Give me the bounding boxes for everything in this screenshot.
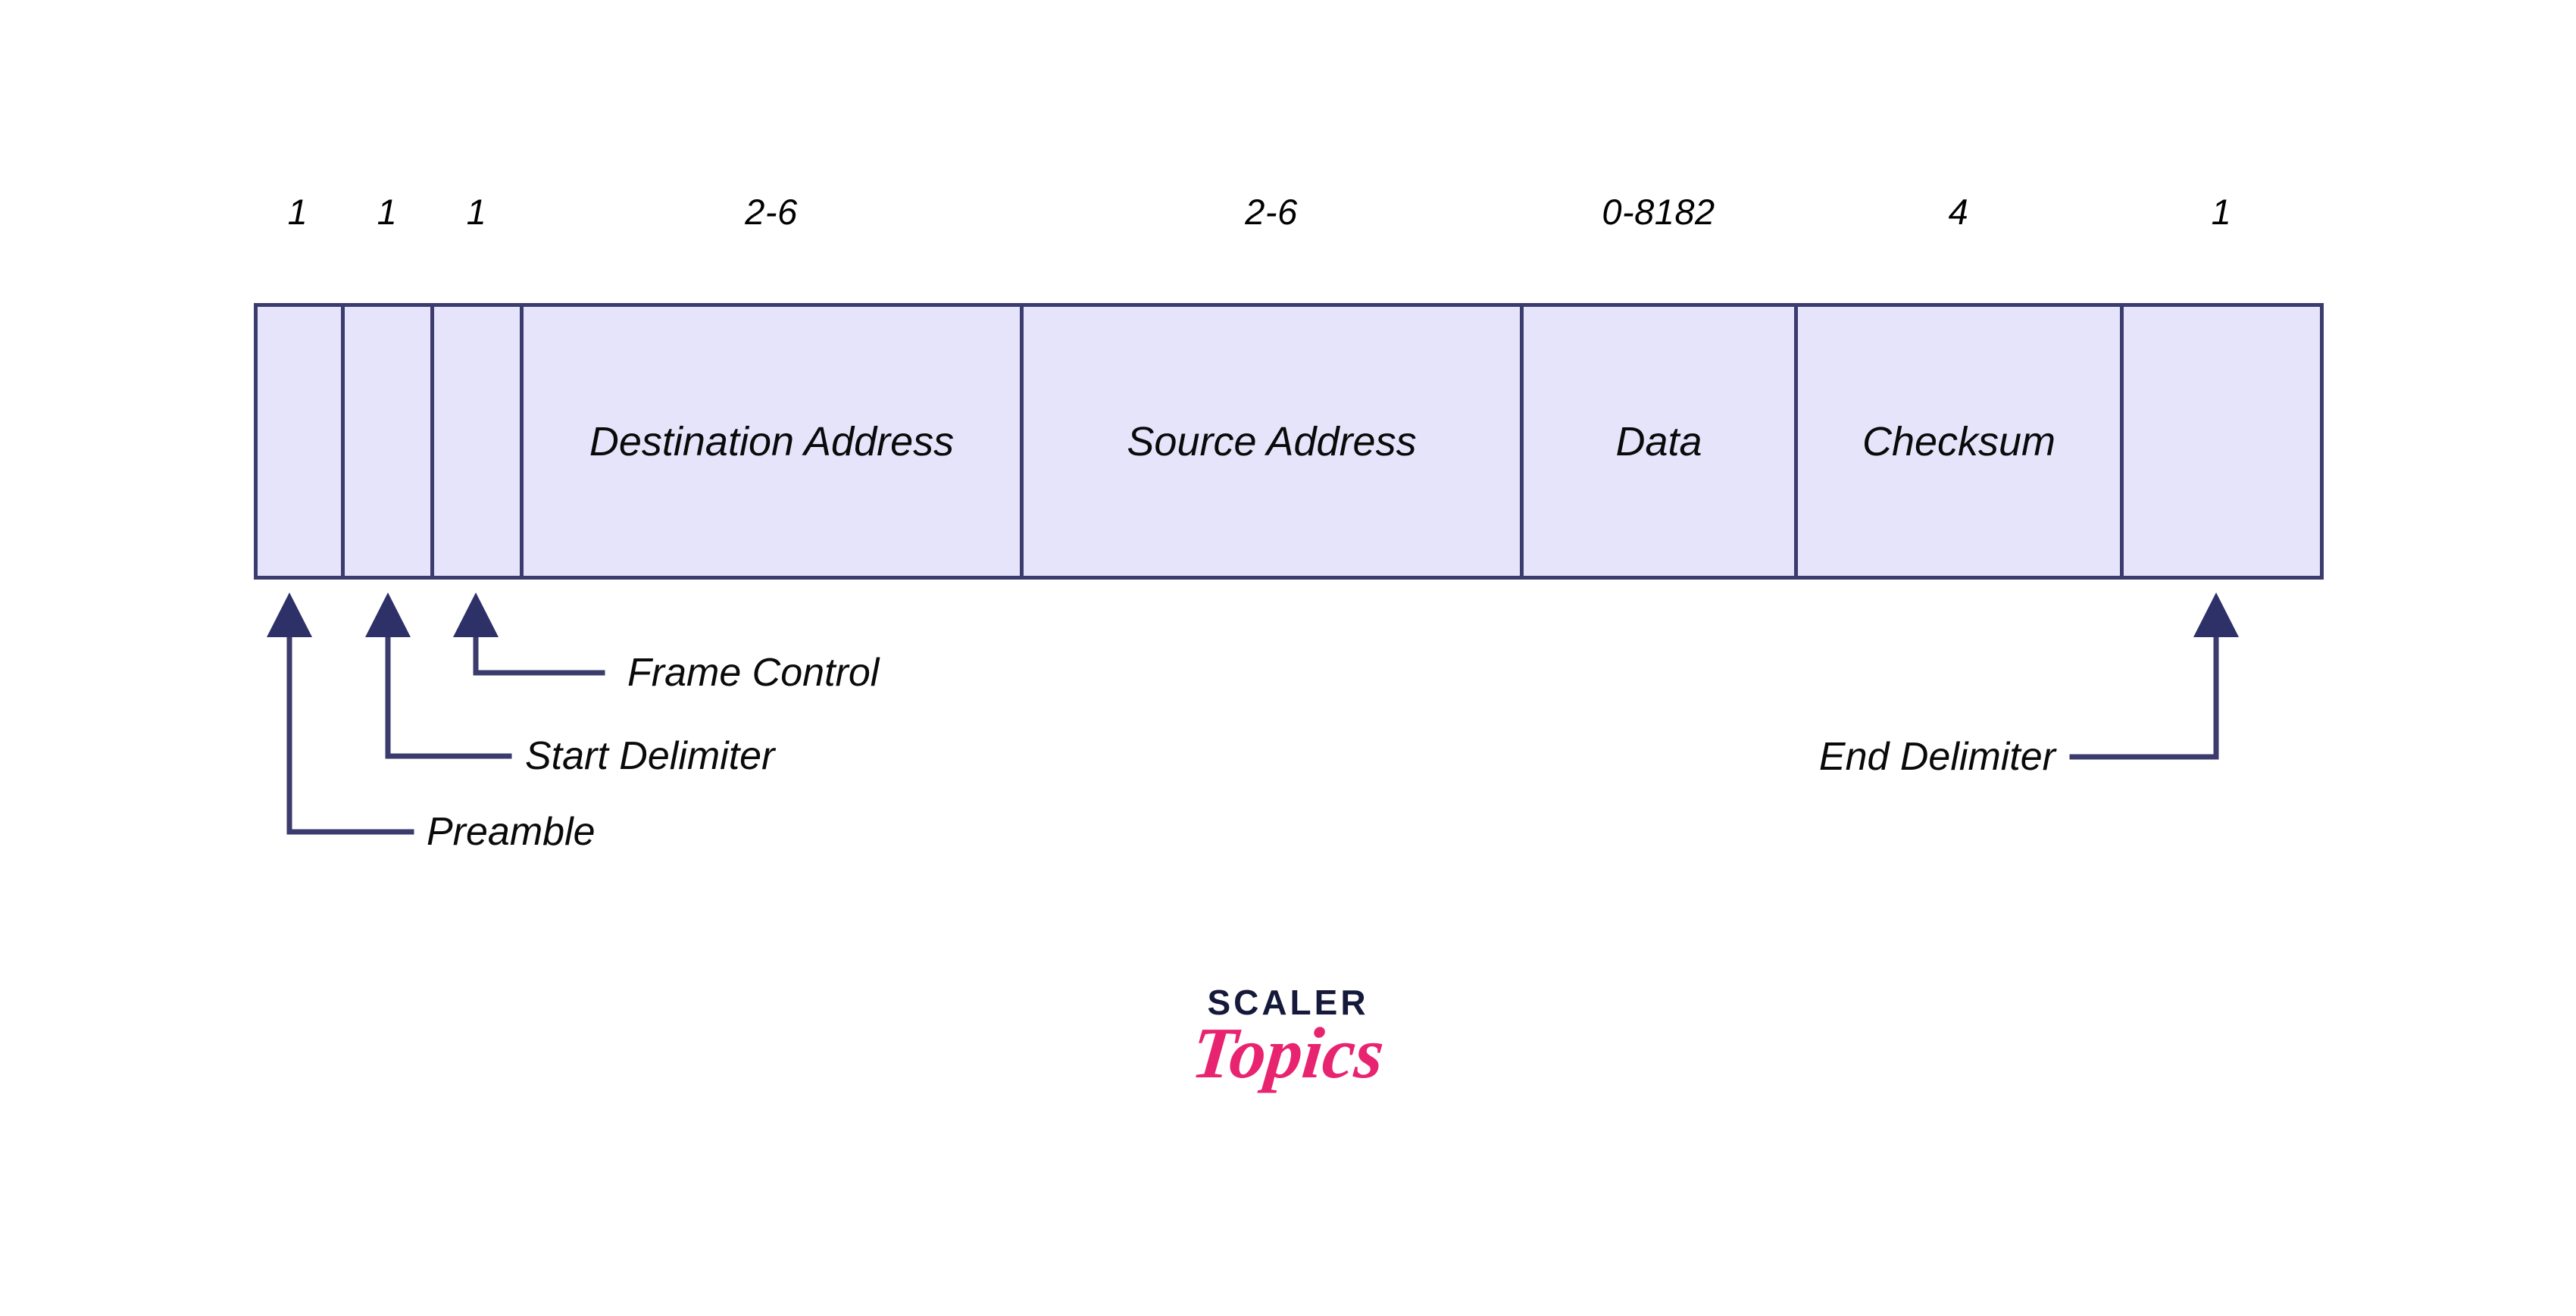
frame-field-frame-control[interactable] xyxy=(434,307,524,576)
size-label-preamble: 1 xyxy=(287,192,308,232)
size-label-start-delimiter: 1 xyxy=(377,192,398,232)
frame-field-end-delimiter[interactable] xyxy=(2124,307,2320,576)
size-label-checksum: 4 xyxy=(1948,192,1969,232)
size-label-source-address: 2-6 xyxy=(1245,192,1298,232)
scaler-topics-logo: SCALER Topics xyxy=(1136,985,1440,1093)
callout-arrow-frame-control xyxy=(453,592,605,676)
size-label-data: 0-8182 xyxy=(1602,192,1715,232)
callout-label-end-delimiter: End Delimiter xyxy=(1818,735,2055,779)
frame-field-preamble[interactable] xyxy=(258,307,345,576)
frame-field-label-source-address: Source Address xyxy=(1127,418,1417,464)
frame-field-checksum[interactable]: Checksum xyxy=(1798,307,2124,576)
callout-label-frame-control: Frame Control xyxy=(627,651,880,695)
frame-field-destination-address[interactable]: Destination Address xyxy=(524,307,1024,576)
logo-secondary-text: Topics xyxy=(1188,1012,1388,1093)
callout-label-preamble: Preamble xyxy=(427,810,596,854)
callout-arrow-end-delimiter xyxy=(2069,592,2239,760)
frame-field-label-checksum: Checksum xyxy=(1862,418,2056,464)
size-label-end-delimiter: 1 xyxy=(2211,192,2232,232)
frame-diagram: Destination Address Source Address Data … xyxy=(254,303,2324,580)
size-label-frame-control: 1 xyxy=(466,192,487,232)
frame-field-label-destination-address: Destination Address xyxy=(589,418,955,464)
frame-field-source-address[interactable]: Source Address xyxy=(1024,307,1524,576)
callout-arrow-preamble xyxy=(267,592,414,835)
diagram-canvas: 1 1 1 2-6 2-6 0-8182 4 1 Destination Add… xyxy=(0,0,2576,1316)
size-label-destination-address: 2-6 xyxy=(745,192,798,232)
callout-label-start-delimiter: Start Delimiter xyxy=(525,734,775,778)
frame-field-label-data: Data xyxy=(1615,418,1702,464)
frame-field-data[interactable]: Data xyxy=(1524,307,1798,576)
frame-field-start-delimiter[interactable] xyxy=(345,307,434,576)
callout-arrow-start-delimiter xyxy=(365,592,512,759)
